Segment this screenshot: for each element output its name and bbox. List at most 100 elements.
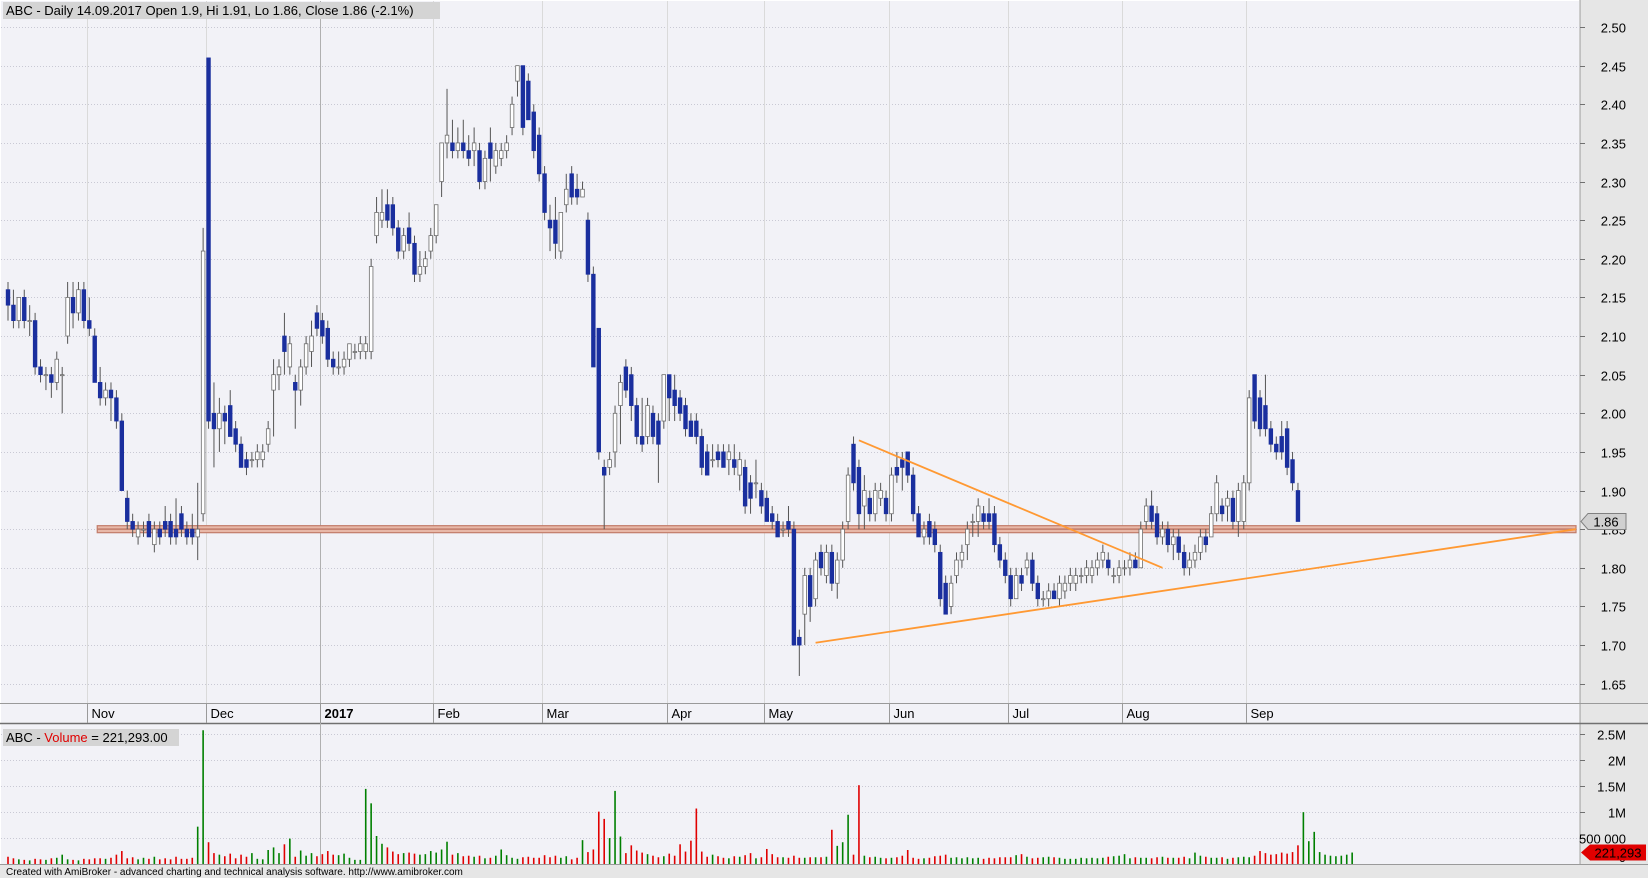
candle-down (591, 273, 596, 368)
volume-tick-label: 500 000 (1579, 832, 1626, 847)
candle-up (661, 374, 667, 422)
candle-up (1246, 397, 1252, 484)
candle-up (341, 358, 347, 368)
candle-down (1279, 436, 1284, 453)
candle-down (927, 521, 932, 538)
candle-down (488, 142, 493, 159)
candle-down (146, 521, 152, 538)
price-plot-area[interactable] (1, 1, 1579, 703)
month-label: Apr (672, 706, 693, 721)
price-tick-label: 2.05 (1601, 369, 1626, 384)
candle-up (363, 343, 368, 352)
candle-down (596, 327, 601, 453)
candle-down (851, 443, 856, 484)
candle-down (1019, 575, 1024, 584)
month-label: Sep (1251, 706, 1274, 721)
candle-up (889, 474, 894, 515)
price-tick-label: 2.50 (1601, 21, 1626, 36)
candle-down (282, 335, 287, 352)
candle-up (1225, 497, 1230, 507)
candle-up (1144, 505, 1149, 522)
candle-up (379, 212, 385, 221)
candle-down (5, 289, 11, 306)
candle-down (320, 320, 325, 337)
candle-up (417, 266, 423, 275)
candle-up (618, 382, 623, 406)
candle-up (439, 142, 444, 182)
candle-up (1013, 575, 1019, 600)
candle-up (499, 150, 504, 159)
candle-up (1111, 575, 1116, 577)
candle-down (119, 420, 125, 491)
candle-down (634, 405, 639, 437)
candle-up (1068, 575, 1073, 584)
candle-down (981, 513, 986, 522)
candle-up (482, 157, 488, 182)
candle-down (694, 420, 699, 437)
candle-up (737, 459, 742, 476)
amibroker-chart[interactable]: 2.50 2.45 2.40 2.35 2.30 2.25 2.20 2.15 2.10 2.05… (0, 0, 1648, 878)
candle-up (1214, 482, 1219, 515)
month-label: Aug (1127, 706, 1150, 721)
candle-down (791, 528, 797, 646)
candle-up (1236, 490, 1241, 522)
candle-down (244, 459, 249, 468)
candle-up (352, 351, 358, 353)
candle-up (200, 250, 206, 515)
candle-down (1106, 559, 1111, 569)
candle-down (1230, 497, 1236, 522)
candle-up (1057, 582, 1062, 600)
candle-down (1008, 575, 1013, 600)
candle-down (531, 111, 536, 152)
candle-up (16, 297, 22, 321)
candle-up (564, 188, 569, 206)
volume-header-symbol: ABC (6, 730, 33, 745)
candle-down (677, 397, 683, 414)
volume-header-label: Volume (44, 730, 87, 745)
candle-up (1041, 598, 1046, 601)
candle-up (309, 335, 314, 352)
candle-up (954, 559, 959, 576)
candle-up (374, 212, 379, 237)
candle-down (190, 528, 195, 538)
candle-up (726, 451, 732, 461)
candle-down (406, 227, 412, 244)
candle-up (1122, 567, 1127, 570)
candle-down (797, 636, 802, 646)
candle-down (910, 474, 916, 515)
candle-up (152, 528, 157, 546)
candle-down (932, 528, 938, 546)
candle-down (569, 173, 574, 198)
volume-tick-label: 2M (1608, 754, 1626, 769)
candle-up (1160, 528, 1165, 538)
candle-down (1154, 513, 1160, 538)
candle-down (97, 382, 103, 399)
candle-down (536, 134, 542, 175)
candle-up (959, 551, 965, 561)
candle-down (997, 544, 1003, 561)
candle-up (276, 366, 282, 376)
price-tick-label: 2.10 (1601, 330, 1626, 345)
volume-plot-area[interactable] (1, 724, 1579, 864)
candle-up (1095, 559, 1100, 569)
candle-down (233, 428, 238, 445)
candle-up (780, 528, 786, 531)
candle-down (900, 459, 905, 468)
candle-down (672, 389, 677, 406)
candle-down (526, 80, 531, 121)
month-label: Dec (211, 706, 235, 721)
candle-down (1274, 443, 1279, 453)
candle-up (455, 142, 461, 152)
candle-up (265, 428, 271, 445)
candle-up (1127, 559, 1133, 569)
candle-down (168, 521, 173, 538)
price-tick-label: 1.80 (1601, 562, 1626, 577)
candle-down (293, 382, 298, 391)
candle-down (759, 490, 764, 507)
month-label: Nov (92, 706, 116, 721)
volume-tick-label: 1.5M (1597, 780, 1626, 795)
candle-down (222, 412, 227, 422)
candle-up (835, 559, 840, 584)
candle-up (217, 412, 222, 430)
price-tick-label: 2.25 (1601, 214, 1626, 229)
